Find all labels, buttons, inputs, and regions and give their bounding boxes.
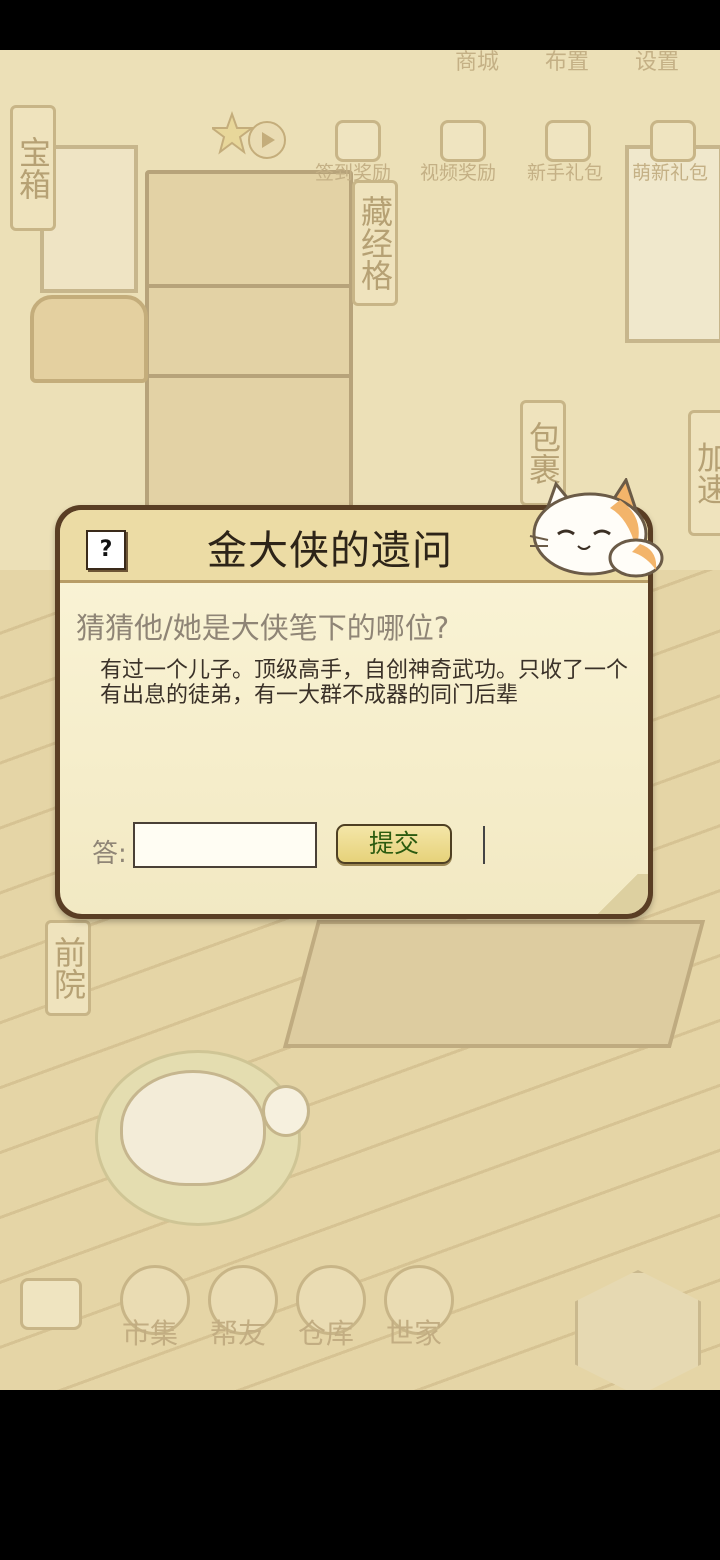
clapperboard-icon[interactable] bbox=[440, 120, 486, 162]
shelf-board bbox=[149, 374, 349, 378]
shelf-board bbox=[149, 284, 349, 288]
newbie-pack-label[interactable]: 新手礼包 bbox=[527, 158, 603, 185]
market-label[interactable]: 市集 bbox=[122, 1312, 178, 1352]
friends-label[interactable]: 帮友 bbox=[210, 1312, 266, 1352]
calendar-icon[interactable] bbox=[335, 120, 381, 162]
system-nav-bar bbox=[0, 1390, 720, 1560]
riddle-hint: 有过一个儿子。顶级高手，自创神奇武功。只收了一个有出息的徒弟，有一大群不成器的同… bbox=[100, 658, 629, 708]
treasure-chest[interactable] bbox=[30, 295, 148, 383]
bookshelf[interactable] bbox=[145, 170, 353, 538]
family-label[interactable]: 世家 bbox=[386, 1312, 442, 1352]
chest-icon[interactable] bbox=[545, 120, 591, 162]
library-sign[interactable]: 藏经格 bbox=[352, 180, 398, 306]
cat-alert-bubble[interactable] bbox=[262, 1085, 310, 1137]
riddle-question: 猜猜他/她是大侠笔下的哪位? bbox=[76, 611, 450, 645]
decorate-label[interactable]: 布置 bbox=[545, 50, 589, 76]
warehouse-label[interactable]: 仓库 bbox=[298, 1312, 354, 1352]
treasure-sign[interactable]: 宝箱 bbox=[10, 105, 56, 231]
settings-label[interactable]: 设置 bbox=[635, 50, 679, 76]
answer-input[interactable] bbox=[133, 822, 317, 868]
status-bar bbox=[0, 0, 720, 50]
front-yard-sign[interactable]: 前院 bbox=[45, 920, 91, 1016]
text-caret bbox=[483, 826, 485, 864]
dialog-title: 金大侠的遗问 bbox=[207, 528, 453, 574]
sleeping-cat[interactable] bbox=[120, 1070, 266, 1186]
shop-label[interactable]: 商城 bbox=[455, 50, 499, 76]
speedup-sign[interactable]: 加速 bbox=[688, 410, 720, 536]
submit-button[interactable]: 提交 bbox=[336, 824, 452, 864]
answer-label: 答: bbox=[92, 839, 127, 869]
cat-mascot-icon bbox=[529, 478, 664, 578]
guqin-table[interactable] bbox=[282, 920, 706, 1048]
gift-icon[interactable] bbox=[650, 120, 696, 162]
chat-icon[interactable] bbox=[20, 1278, 82, 1330]
video-reward-label[interactable]: 视频奖励 bbox=[420, 158, 496, 185]
star-play-icon[interactable] bbox=[212, 110, 292, 170]
fresh-pack-label[interactable]: 萌新礼包 bbox=[632, 158, 708, 185]
page-curl bbox=[588, 874, 648, 914]
